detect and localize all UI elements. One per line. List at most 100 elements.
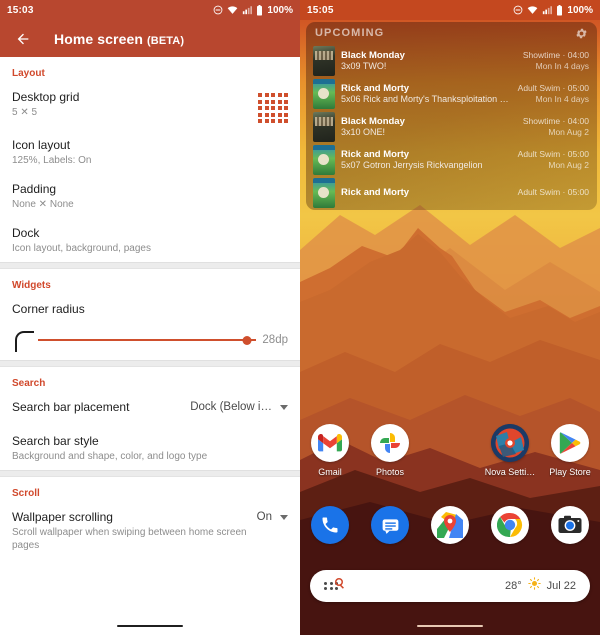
dock-icon-phone[interactable]: [300, 506, 360, 544]
app-label: Gmail: [318, 467, 342, 477]
setting-row-padding[interactable]: Padding None ✕ None: [0, 174, 300, 218]
air-time: Mon Aug 2: [548, 127, 589, 137]
search-icon[interactable]: [334, 577, 346, 592]
setting-row-desktop-grid[interactable]: Desktop grid 5 ✕ 5: [0, 82, 300, 130]
setting-subtitle: Background and shape, color, and logo ty…: [12, 451, 208, 462]
setting-subtitle: Scroll wallpaper when swiping between ho…: [12, 527, 247, 551]
widget-row[interactable]: Black Monday Showtime · 04:00 3x09 TWO! …: [306, 44, 597, 77]
battery-icon: [257, 4, 263, 15]
app-slot-empty: [420, 424, 480, 477]
episode-title: 3x09 TWO!: [341, 61, 387, 71]
setting-subtitle: 125%, Labels: On: [12, 155, 92, 166]
dnd-icon: [214, 5, 223, 15]
section-header-scroll: Scroll: [12, 488, 40, 499]
setting-subtitle: None ✕ None: [12, 199, 74, 210]
home-screen[interactable]: 15:05 100% UPCOMING Black Monday Showtim…: [300, 0, 600, 635]
show-title: Black Monday: [341, 116, 405, 127]
section-header-layout: Layout: [12, 68, 45, 79]
battery-percent: 100%: [267, 4, 293, 16]
section-divider: [0, 360, 300, 367]
show-network: Adult Swim · 05:00: [517, 187, 589, 197]
slider-track: [38, 339, 257, 341]
grid-preview-icon: [258, 93, 288, 123]
google-photos-icon: [371, 424, 409, 462]
show-poster: [313, 78, 335, 109]
show-poster: [313, 177, 335, 208]
status-bar-time: 15:05: [307, 4, 334, 16]
widget-title: UPCOMING: [315, 27, 385, 39]
setting-row-search-bar-placement[interactable]: Search bar placement Dock (Below i…: [0, 392, 300, 426]
widget-header: UPCOMING: [306, 22, 597, 44]
beta-badge: (BETA): [147, 34, 185, 47]
app-icon-photos[interactable]: Photos: [360, 424, 420, 477]
navigation-bar: [0, 617, 300, 635]
episode-title: 5x06 Rick and Morty's Thanksploitation S…: [341, 94, 511, 104]
page-title: Home screen (BETA): [54, 31, 184, 47]
gmail-icon: [311, 424, 349, 462]
setting-title: Padding: [12, 182, 57, 196]
dnd-icon: [514, 5, 523, 15]
app-label: Photos: [375, 467, 405, 477]
corner-radius-slider-row[interactable]: 28dp: [0, 328, 300, 360]
camera-icon: [551, 506, 589, 544]
slider-thumb[interactable]: [242, 335, 252, 345]
status-bar: 15:05 100%: [300, 0, 600, 20]
dock-icon-chrome[interactable]: [480, 506, 540, 544]
app-icon-play-store[interactable]: Play Store: [540, 424, 600, 477]
slider-value: 28dp: [262, 334, 288, 346]
chevron-down-icon[interactable]: [280, 404, 288, 410]
dock-icon-camera[interactable]: [540, 506, 600, 544]
dock-icon-maps[interactable]: [420, 506, 480, 544]
upcoming-widget[interactable]: UPCOMING Black Monday Showtime · 04:00 3…: [306, 22, 597, 210]
show-title: Rick and Morty: [341, 83, 410, 94]
episode-title: 5x07 Gotron Jerrysis Rickvangelion: [341, 160, 483, 170]
dock-icon-messages[interactable]: [360, 506, 420, 544]
widget-row[interactable]: Rick and Morty Adult Swim · 05:00: [306, 176, 597, 209]
app-icon-gmail[interactable]: Gmail: [300, 424, 360, 477]
air-time: Mon In 4 days: [535, 94, 589, 104]
setting-value: Dock (Below i…: [190, 401, 272, 413]
wifi-icon: [228, 6, 238, 14]
setting-row-dock[interactable]: Dock Icon layout, background, pages: [0, 218, 300, 262]
settings-screen: 15:03 100% Home screen (BETA) Layout Des…: [0, 0, 300, 635]
back-arrow-icon[interactable]: [12, 28, 34, 50]
battery-percent: 100%: [567, 4, 593, 16]
show-poster: [313, 45, 335, 76]
show-title: Rick and Morty: [341, 149, 410, 160]
setting-row-icon-layout[interactable]: Icon layout 125%, Labels: On: [0, 130, 300, 174]
air-time: Mon In 4 days: [535, 61, 589, 71]
setting-row-wallpaper-scrolling[interactable]: Wallpaper scrolling Scroll wallpaper whe…: [0, 502, 300, 559]
gear-icon[interactable]: [575, 27, 588, 40]
status-bar-time: 15:03: [7, 4, 34, 16]
widget-row[interactable]: Rick and Morty Adult Swim · 05:00 5x07 G…: [306, 143, 597, 176]
search-bar[interactable]: 28° Jul 22: [310, 570, 590, 602]
show-network: Showtime · 04:00: [522, 116, 589, 126]
wifi-icon: [528, 6, 538, 14]
air-time: Mon Aug 2: [548, 160, 589, 170]
dock: [300, 506, 600, 544]
setting-title: Dock: [12, 226, 40, 240]
widget-row[interactable]: Black Monday Showtime · 04:00 3x10 ONE! …: [306, 110, 597, 143]
setting-row-search-bar-style[interactable]: Search bar style Background and shape, c…: [0, 426, 300, 470]
app-row: Gmail Photos Nova Setti… Play Store: [300, 424, 600, 477]
maps-icon: [431, 506, 469, 544]
nova-settings-icon: [491, 424, 529, 462]
setting-subtitle: Icon layout, background, pages: [12, 243, 151, 254]
app-label: Play Store: [549, 467, 591, 477]
signal-icon: [243, 6, 253, 15]
dual-screenshot: 15:03 100% Home screen (BETA) Layout Des…: [0, 0, 600, 635]
weather-date: Jul 22: [546, 580, 576, 592]
section-divider: [0, 470, 300, 477]
corner-radius-slider[interactable]: [38, 333, 257, 347]
section-header-search: Search: [12, 378, 46, 389]
home-gesture-pill[interactable]: [417, 624, 483, 628]
widget-row[interactable]: Rick and Morty Adult Swim · 05:00 5x06 R…: [306, 77, 597, 110]
show-title: Black Monday: [341, 50, 405, 61]
episode-title: 3x10 ONE!: [341, 127, 386, 137]
show-title: Rick and Morty: [341, 187, 410, 198]
settings-list[interactable]: Layout Desktop grid 5 ✕ 5 Icon layout 12…: [0, 57, 300, 635]
app-bar: Home screen (BETA): [0, 20, 300, 57]
chevron-down-icon[interactable]: [280, 514, 288, 520]
app-icon-nova-settings[interactable]: Nova Setti…: [480, 424, 540, 477]
home-gesture-pill[interactable]: [117, 624, 183, 628]
